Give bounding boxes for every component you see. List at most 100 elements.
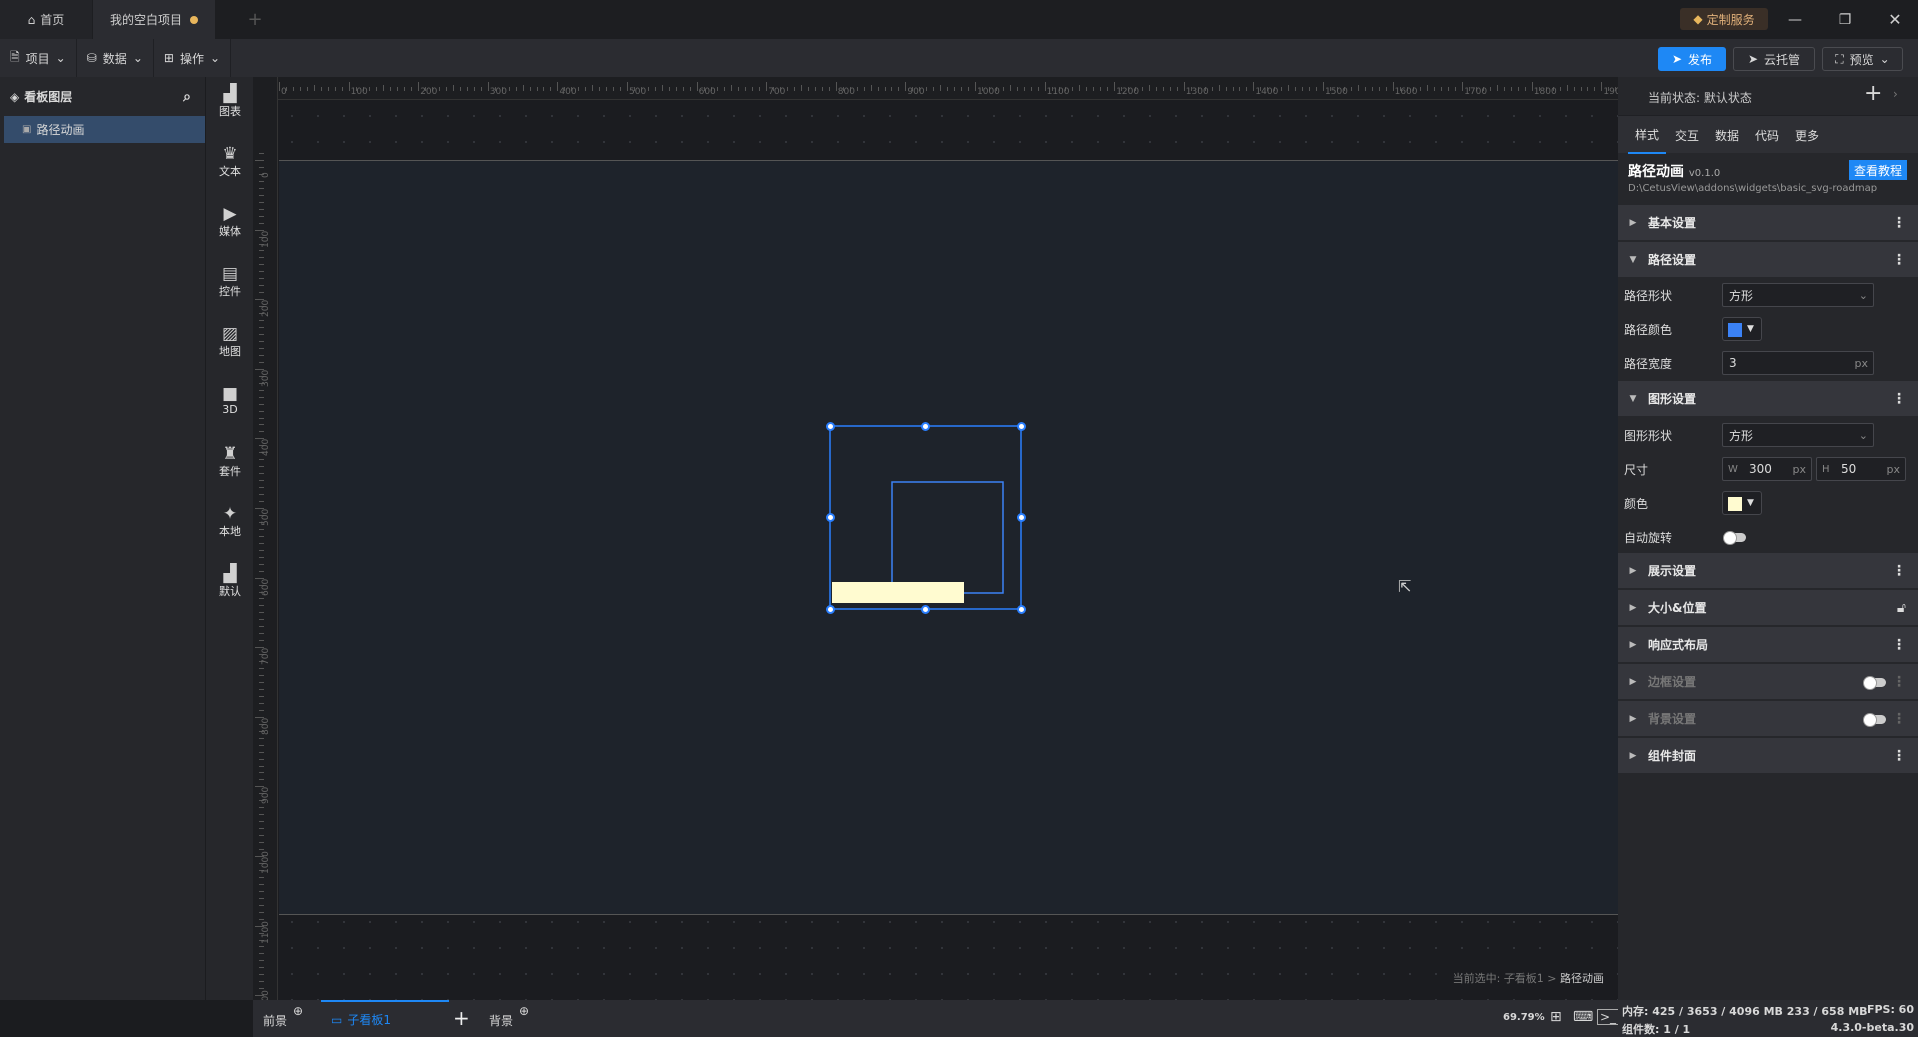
add-circle-icon[interactable]: ⊕ — [293, 1004, 303, 1018]
publish-button[interactable]: ➤ 发布 — [1658, 47, 1726, 71]
add-state-button[interactable]: + — [1864, 81, 1882, 106]
shape-type-select[interactable]: 方形 ⌄ — [1722, 423, 1874, 447]
path-color-picker[interactable]: ▼ — [1722, 317, 1762, 341]
image-icon: ▣ — [22, 124, 32, 135]
section-shape[interactable]: ▼ 图形设置 ⋮ — [1618, 381, 1918, 417]
ruler-tick — [1371, 87, 1373, 91]
caret-right-icon: ▶ — [1629, 713, 1637, 724]
add-tab-button[interactable]: + — [240, 0, 270, 39]
tab-3[interactable]: 代码 — [1748, 116, 1786, 154]
resize-handle[interactable] — [1017, 605, 1026, 614]
ruler-tick — [313, 85, 315, 91]
resize-handle[interactable] — [826, 422, 835, 431]
ruler-tick — [1497, 85, 1498, 91]
ruler-tick — [1288, 85, 1290, 91]
menu-data[interactable]: ⛁ 数据 ⌄ — [77, 39, 154, 77]
component-category-2[interactable]: ▶ 媒体 — [206, 205, 254, 239]
cloud-hosting-button[interactable]: ➤ 云托管 — [1733, 47, 1815, 71]
more-icon[interactable]: ⋮ — [1892, 215, 1906, 231]
ruler-tick — [627, 82, 628, 91]
terminal-icon[interactable]: >_ — [1597, 1009, 1620, 1025]
menu-operate[interactable]: ⊞ 操作 ⌄ — [154, 39, 232, 77]
add-board-button[interactable]: + — [453, 1006, 470, 1030]
more-icon[interactable]: ⋮ — [1892, 637, 1906, 653]
chevron-right-icon[interactable]: › — [1893, 87, 1898, 101]
section-basic[interactable]: ▶ 基本设置 ⋮ — [1618, 205, 1918, 241]
add-circle-icon[interactable]: ⊕ — [519, 1004, 529, 1018]
resize-handle[interactable] — [826, 605, 835, 614]
section-border[interactable]: ▶ 边框设置 ⋮ — [1618, 664, 1918, 700]
section-size-position[interactable]: ▶ 大小&位置 🔓︎ — [1618, 590, 1918, 626]
tab-0[interactable]: 样式 — [1628, 116, 1666, 154]
tutorial-button[interactable]: 查看教程 — [1849, 160, 1907, 180]
ruler-tick — [891, 87, 893, 91]
layer-item[interactable]: ▣ 路径动画 — [4, 116, 205, 143]
minimize-button[interactable]: — — [1780, 0, 1810, 39]
ruler-label: 200 — [420, 87, 438, 97]
close-button[interactable]: ✕ — [1880, 0, 1910, 39]
tab-4[interactable]: 更多 — [1788, 116, 1826, 154]
horizontal-ruler[interactable]: 0 100 200 300 400 500 600 700 800 900 1000 1100 1200… — [253, 77, 1618, 100]
ruler-label: 600 — [698, 87, 716, 97]
tab-2[interactable]: 数据 — [1708, 116, 1746, 154]
ruler-tick — [1023, 87, 1025, 91]
width-input[interactable]: W 300 px — [1722, 457, 1812, 481]
resize-handle[interactable] — [921, 422, 930, 431]
section-display[interactable]: ▶ 展示设置 ⋮ — [1618, 553, 1918, 589]
ruler-tick — [759, 87, 761, 91]
lock-icon[interactable]: 🔓︎ — [1897, 600, 1906, 616]
more-icon[interactable]: ⋮ — [1892, 391, 1906, 407]
resize-handle[interactable] — [1017, 513, 1026, 522]
vertical-ruler[interactable]: 0 100 200 300 400 500 600 700 800 900 1000 1100 1200 — [253, 77, 278, 1000]
background-toggle[interactable] — [1863, 713, 1886, 727]
more-icon[interactable]: ⋮ — [1892, 748, 1906, 764]
component-category-6[interactable]: ♜ 套件 — [206, 445, 254, 479]
path-width-input[interactable]: 3 px — [1722, 351, 1874, 375]
tab-1[interactable]: 交互 — [1668, 116, 1706, 154]
menu-project[interactable]: 🗎 项目 ⌄ — [0, 39, 77, 77]
preview-button[interactable]: ⛶ 预览 ⌄ — [1822, 47, 1903, 71]
shape-color-picker[interactable]: ▼ — [1722, 491, 1762, 515]
tab-home[interactable]: ⌂ 首页 — [0, 0, 92, 39]
section-cover[interactable]: ▶ 组件封面 ⋮ — [1618, 738, 1918, 774]
more-icon[interactable]: ⋮ — [1892, 252, 1906, 268]
component-category-3[interactable]: ▤ 控件 — [206, 265, 254, 299]
section-background[interactable]: ▶ 背景设置 ⋮ — [1618, 701, 1918, 737]
widget-selection-box[interactable] — [829, 425, 1022, 610]
category-label: 默认 — [219, 585, 241, 598]
path-shape-select[interactable]: 方形 ⌄ — [1722, 283, 1874, 307]
resize-handle[interactable] — [1017, 422, 1026, 431]
section-path[interactable]: ▼ 路径设置 ⋮ — [1618, 242, 1918, 278]
component-category-5[interactable]: ■ 3D — [206, 385, 254, 416]
fit-screen-icon[interactable]: ⊞ — [1550, 1009, 1562, 1025]
widget-name: 路径动画 — [1628, 164, 1684, 180]
tab-background[interactable]: 背景 ⊕ — [489, 1004, 529, 1029]
component-category-8[interactable]: ▟ 默认 — [206, 565, 254, 599]
component-category-1[interactable]: ♛ 文本 — [206, 145, 254, 179]
component-category-7[interactable]: ✦ 本地 — [206, 505, 254, 539]
restore-button[interactable]: ❐ — [1830, 0, 1860, 39]
height-input[interactable]: H 50 px — [1816, 457, 1906, 481]
custom-service-button[interactable]: ◆ 定制服务 — [1680, 8, 1768, 30]
tab-foreground[interactable]: 前景 ⊕ — [263, 1004, 303, 1029]
resize-handle[interactable] — [826, 513, 835, 522]
tab-sub-board[interactable]: ▭ 子看板1 — [321, 1000, 449, 1037]
tab-project[interactable]: 我的空白项目 — [93, 0, 215, 39]
ruler-tick — [675, 87, 677, 91]
more-icon[interactable]: ⋮ — [1892, 563, 1906, 579]
section-responsive[interactable]: ▶ 响应式布局 ⋮ — [1618, 627, 1918, 663]
canvas[interactable]: 0 100 200 300 400 500 600 700 800 900 1000 1100 1200… — [253, 77, 1618, 1000]
ruler-tick — [259, 570, 264, 572]
keyboard-icon[interactable]: ⌨ — [1573, 1009, 1593, 1025]
auto-rotate-toggle[interactable] — [1723, 531, 1746, 545]
component-category-4[interactable]: ▨ 地图 — [206, 325, 254, 359]
component-category-0[interactable]: ▟ 图表 — [206, 85, 254, 119]
search-icon[interactable]: ⌕ — [183, 89, 191, 105]
chevron-down-icon: ⌄ — [209, 51, 221, 65]
resize-handle[interactable] — [921, 605, 930, 614]
caret-right-icon: ▶ — [1629, 217, 1637, 228]
border-toggle[interactable] — [1863, 676, 1886, 690]
zoom-level[interactable]: 69.79% — [1503, 1012, 1545, 1023]
ruler-tick — [766, 82, 768, 91]
ruler-tick — [1107, 87, 1109, 91]
